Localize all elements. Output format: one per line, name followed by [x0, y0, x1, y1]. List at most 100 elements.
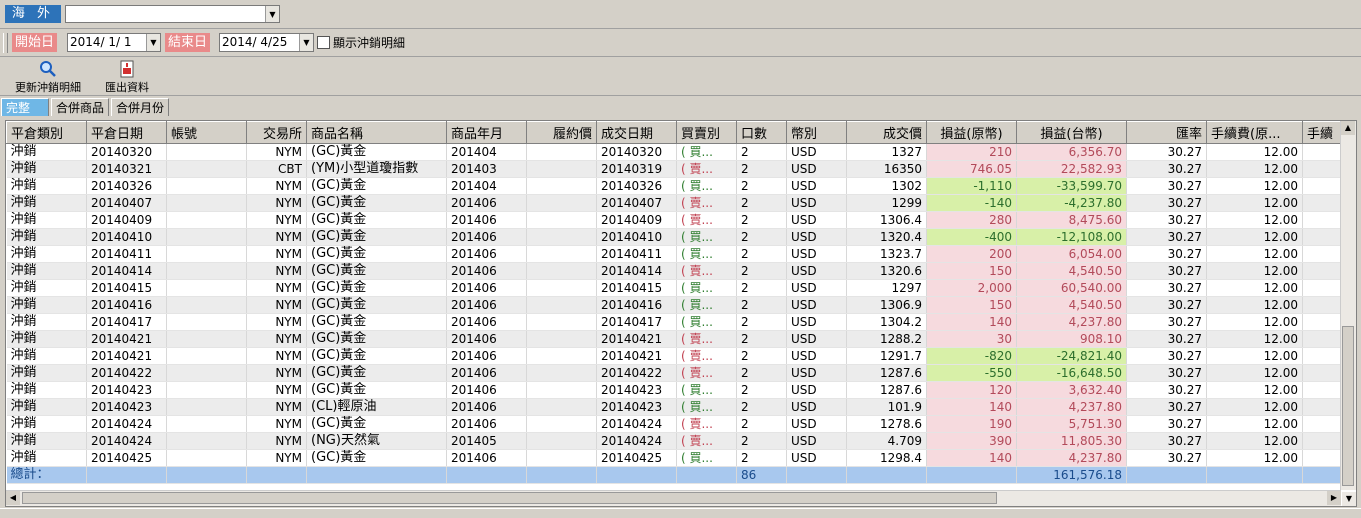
col-pl-twd[interactable]: 損益(台幣) [1016, 121, 1127, 144]
cell-side: ( 買... [676, 381, 737, 399]
col-rate[interactable]: 匯率 [1126, 121, 1207, 144]
table-row[interactable]: 沖銷 20140414 NYM (GC)黃金 201406 20140414( 賣... 2… [6, 262, 1343, 280]
total-cell [786, 466, 847, 484]
table-row[interactable]: 沖銷 20140424 NYM (NG)天然氣 201405 20140424( 賣...… [6, 432, 1343, 450]
cell-pl-orig: 200 [926, 245, 1017, 263]
cell-product-month: 201406 [446, 330, 527, 348]
col-strike[interactable]: 履約價 [526, 121, 597, 144]
table-row[interactable]: 沖銷 20140424 NYM (GC)黃金 201406 20140424( 賣... 2… [6, 415, 1343, 433]
table-row[interactable]: 沖銷 20140417 NYM (GC)黃金 201406 20140417( 買... 2… [6, 313, 1343, 331]
chevron-down-icon[interactable]: ▼ [265, 6, 279, 22]
table-row[interactable]: 沖銷 20140425 NYM (GC)黃金 201406 20140425( 買... 2… [6, 449, 1343, 467]
cell-strike [526, 160, 597, 178]
col-close-type[interactable]: 平倉類別 [6, 121, 87, 144]
toolbar-grip[interactable] [3, 33, 8, 53]
cell-strike [526, 415, 597, 433]
horizontal-scrollbar[interactable]: ◀ ▶ [6, 490, 1341, 506]
cell-side: ( 賣... [676, 364, 737, 382]
cell-qty: 2 [736, 364, 787, 382]
cell-product-month: 201406 [446, 245, 527, 263]
chevron-down-icon[interactable]: ▼ [146, 34, 160, 51]
total-cell [1206, 466, 1303, 484]
cell-pl-orig: 30 [926, 330, 1017, 348]
cell-trade-date: 20140411 [596, 245, 677, 263]
cell-rate: 30.27 [1126, 381, 1207, 399]
cell-qty: 2 [736, 211, 787, 229]
end-date-picker[interactable]: 2014/ 4/25 ▼ [219, 33, 314, 52]
cell-rate: 30.27 [1126, 313, 1207, 331]
col-currency[interactable]: 幣別 [786, 121, 847, 144]
table-row[interactable]: 沖銷 20140421 NYM (GC)黃金 201406 20140421( 賣... 2… [6, 330, 1343, 348]
cell-currency: USD [786, 432, 847, 450]
cell-product-month: 201404 [446, 143, 527, 161]
table-body: 沖銷 20140320 NYM (GC)黃金 201404 20140320( 買... 2… [6, 143, 1343, 484]
cell-product: (CL)輕原油 [306, 398, 447, 416]
cell-currency: USD [786, 245, 847, 263]
cell-currency: USD [786, 398, 847, 416]
tab-merge-product[interactable]: 合併商品 [51, 98, 109, 116]
col-product-month[interactable]: 商品年月 [446, 121, 527, 144]
table-row[interactable]: 沖銷 20140416 NYM (GC)黃金 201406 20140416( 買... 2… [6, 296, 1343, 314]
vertical-scrollbar[interactable]: ▲ [1340, 121, 1356, 490]
col-exchange[interactable]: 交易所 [246, 121, 307, 144]
cell-strike [526, 211, 597, 229]
tab-full[interactable]: 完整 [1, 98, 49, 116]
tab-merge-month[interactable]: 合併月份 [111, 98, 169, 116]
cell-trade-date: 20140417 [596, 313, 677, 331]
start-date-picker[interactable]: 2014/ 1/ 1 ▼ [67, 33, 161, 52]
vertical-scroll-thumb[interactable] [1342, 326, 1354, 486]
cell-product: (GC)黃金 [306, 279, 447, 297]
table-row[interactable]: 沖銷 20140407 NYM (GC)黃金 201406 20140407( 賣... 2… [6, 194, 1343, 212]
table-row[interactable]: 沖銷 20140320 NYM (GC)黃金 201404 20140320( 買... 2… [6, 143, 1343, 161]
table-row[interactable]: 沖銷 20140423 NYM (CL)輕原油 201406 20140423( 買...… [6, 398, 1343, 416]
cell-close-date: 20140417 [86, 313, 167, 331]
refresh-detail-button[interactable]: 更新沖銷明細 [10, 59, 86, 95]
cell-close-type: 沖銷 [6, 194, 87, 212]
scroll-up-icon[interactable]: ▲ [1341, 121, 1355, 135]
col-fee-orig[interactable]: 手續費(原... [1206, 121, 1303, 144]
total-cell [1302, 466, 1343, 484]
col-account[interactable]: 帳號 [166, 121, 247, 144]
cell-close-date: 20140414 [86, 262, 167, 280]
scroll-left-icon[interactable]: ◀ [6, 491, 20, 505]
cell-rate: 30.27 [1126, 364, 1207, 382]
cell-fee-orig: 12.00 [1206, 211, 1303, 229]
scroll-down-icon[interactable]: ▼ [1342, 492, 1356, 506]
end-date-value: 2014/ 4/25 [222, 35, 288, 49]
table-row[interactable]: 沖銷 20140326 NYM (GC)黃金 201404 20140326( 買... 2… [6, 177, 1343, 195]
chevron-down-icon[interactable]: ▼ [299, 34, 313, 51]
table-row[interactable]: 沖銷 20140321 CBT (YM)小型道瓊指數 201403 20140319( 賣… [6, 160, 1343, 178]
cell-pl-twd: 908.10 [1016, 330, 1127, 348]
col-close-date[interactable]: 平倉日期 [86, 121, 167, 144]
cell-fee [1302, 279, 1343, 297]
cell-product: (GC)黃金 [306, 194, 447, 212]
col-pl-orig[interactable]: 損益(原幣) [926, 121, 1017, 144]
table-row[interactable]: 沖銷 20140409 NYM (GC)黃金 201406 20140409( 賣... 2… [6, 211, 1343, 229]
cell-rate: 30.27 [1126, 279, 1207, 297]
market-select[interactable]: ▼ [65, 5, 280, 23]
cell-fee [1302, 330, 1343, 348]
col-price[interactable]: 成交價 [846, 121, 927, 144]
cell-product-month: 201406 [446, 449, 527, 467]
cell-pl-twd: 22,582.93 [1016, 160, 1127, 178]
col-product[interactable]: 商品名稱 [306, 121, 447, 144]
table-row[interactable]: 沖銷 20140421 NYM (GC)黃金 201406 20140421( 賣... 2… [6, 347, 1343, 365]
horizontal-scroll-thumb[interactable] [22, 492, 997, 504]
cell-fee [1302, 262, 1343, 280]
col-trade-date[interactable]: 成交日期 [596, 121, 677, 144]
table-row[interactable]: 沖銷 20140410 NYM (GC)黃金 201406 20140410( 買... 2… [6, 228, 1343, 246]
cell-fee [1302, 449, 1343, 467]
scroll-right-icon[interactable]: ▶ [1327, 491, 1341, 505]
cell-pl-twd: 4,237.80 [1016, 313, 1127, 331]
table-row[interactable]: 沖銷 20140411 NYM (GC)黃金 201406 20140411( 買... 2… [6, 245, 1343, 263]
col-side[interactable]: 買賣別 [676, 121, 737, 144]
table-row[interactable]: 沖銷 20140423 NYM (GC)黃金 201406 20140423( 買... 2… [6, 381, 1343, 399]
col-qty[interactable]: 口數 [736, 121, 787, 144]
show-detail-checkbox[interactable] [317, 36, 330, 49]
export-data-button[interactable]: 匯出資料 [100, 59, 154, 95]
cell-price: 1323.7 [846, 245, 927, 263]
table-row[interactable]: 沖銷 20140422 NYM (GC)黃金 201406 20140422( 賣... 2… [6, 364, 1343, 382]
col-fee[interactable]: 手續 [1302, 121, 1343, 144]
table-row[interactable]: 沖銷 20140415 NYM (GC)黃金 201406 20140415( 買... 2… [6, 279, 1343, 297]
cell-product: (GC)黃金 [306, 381, 447, 399]
